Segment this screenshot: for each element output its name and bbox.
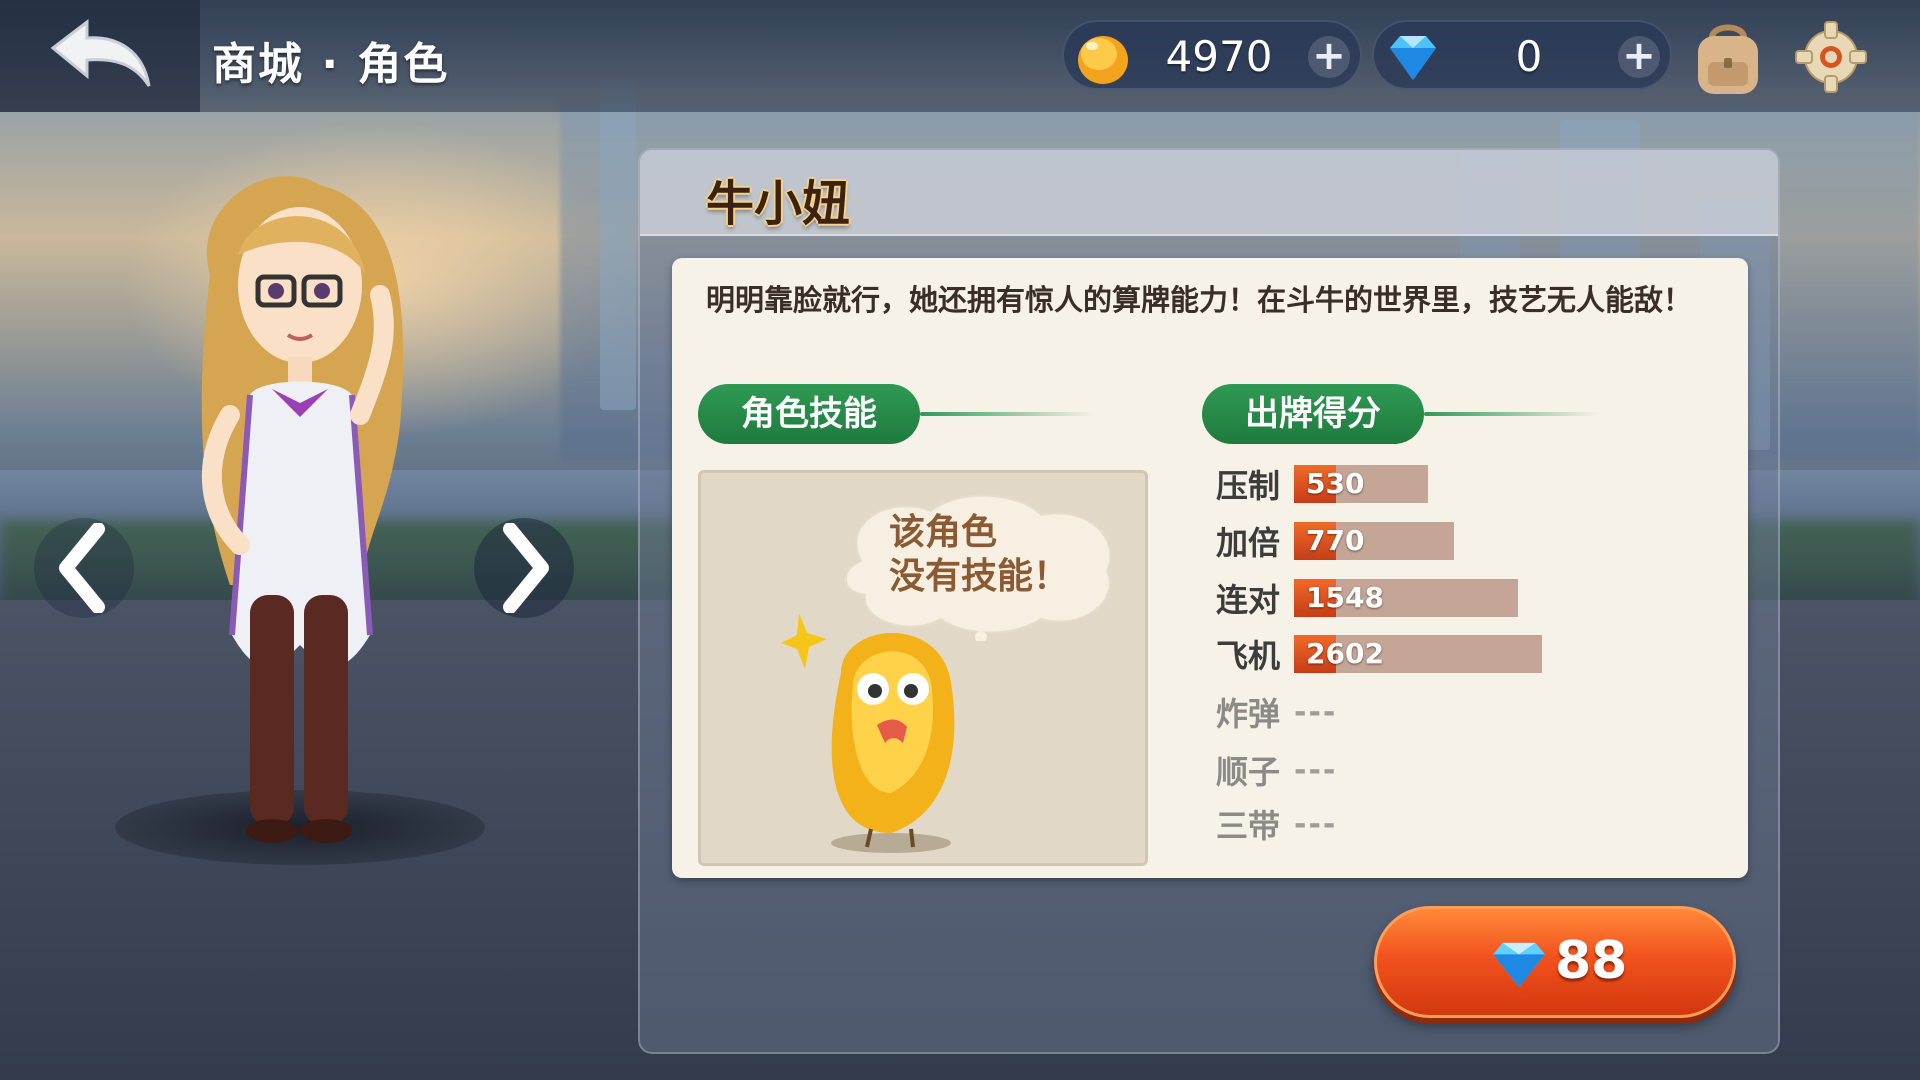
chevron-left-icon bbox=[59, 523, 105, 613]
character-detail-card: 明明靠脸就行，她还拥有惊人的算牌能力！在斗牛的世界里，技艺无人能敌！ 角色技能 … bbox=[672, 258, 1748, 878]
tab-play-score: 出牌得分 bbox=[1202, 384, 1424, 444]
score-value: --- bbox=[1294, 752, 1338, 788]
backpack-button[interactable] bbox=[1690, 18, 1766, 98]
skill-divider bbox=[920, 412, 1095, 416]
skill-box: 该角色 没有技能！ bbox=[698, 470, 1148, 866]
gold-currency: 4970 + bbox=[1062, 20, 1362, 90]
no-skill-message: 该角色 没有技能！ bbox=[889, 511, 1089, 599]
gold-value: 4970 bbox=[1165, 32, 1273, 81]
score-label: 三带 bbox=[1216, 807, 1281, 845]
score-row-suppress: 压制 530 bbox=[1216, 464, 1428, 505]
score-value: 2602 bbox=[1306, 637, 1384, 670]
score-divider bbox=[1424, 412, 1600, 416]
chevron-right-icon bbox=[503, 523, 549, 613]
no-skill-line1: 该角色 bbox=[889, 512, 998, 553]
add-diamond-button[interactable]: + bbox=[1618, 36, 1660, 78]
character-name: 牛小妞 bbox=[706, 176, 851, 232]
previous-character-button[interactable] bbox=[34, 518, 134, 618]
gear-icon bbox=[1795, 21, 1867, 93]
diamond-icon bbox=[1390, 36, 1436, 80]
backpack-icon bbox=[1698, 24, 1758, 94]
score-value: 530 bbox=[1306, 467, 1365, 500]
add-gold-button[interactable]: + bbox=[1308, 36, 1350, 78]
score-row-triple: 三带 --- bbox=[1216, 804, 1338, 846]
character-description: 明明靠脸就行，她还拥有惊人的算牌能力！在斗牛的世界里，技艺无人能敌！ bbox=[706, 283, 1693, 317]
diamond-icon bbox=[1493, 942, 1545, 988]
score-label: 炸弹 bbox=[1216, 695, 1281, 733]
score-row-double: 加倍 770 bbox=[1216, 521, 1454, 562]
top-bar: 商城 · 角色 4970 + 0 + bbox=[0, 0, 1920, 112]
back-arrow-icon bbox=[50, 18, 151, 87]
diamond-currency: 0 + bbox=[1372, 20, 1672, 90]
score-value: --- bbox=[1294, 694, 1338, 730]
character-portrait bbox=[201, 176, 404, 843]
score-bar: 770 bbox=[1294, 522, 1454, 560]
gold-bean-icon bbox=[1078, 36, 1128, 84]
score-bar: 2602 bbox=[1294, 635, 1542, 673]
diamond-value: 0 bbox=[1515, 32, 1543, 81]
page-title: 商城 · 角色 bbox=[212, 39, 450, 90]
tab-character-skill: 角色技能 bbox=[698, 384, 920, 444]
next-character-button[interactable] bbox=[474, 518, 574, 618]
score-label: 压制 bbox=[1216, 467, 1281, 505]
score-value: 770 bbox=[1306, 524, 1365, 557]
score-row-bomb: 炸弹 --- bbox=[1216, 692, 1338, 734]
score-row-airplane: 飞机 2602 bbox=[1216, 634, 1542, 675]
score-label: 顺子 bbox=[1216, 753, 1281, 791]
panel-header: 牛小妞 bbox=[640, 150, 1778, 236]
settings-button[interactable] bbox=[1792, 18, 1870, 96]
buy-character-button[interactable]: 88 bbox=[1374, 906, 1736, 1018]
score-label: 加倍 bbox=[1216, 524, 1281, 562]
back-button[interactable] bbox=[0, 0, 200, 112]
score-bar: 530 bbox=[1294, 465, 1428, 503]
score-label: 连对 bbox=[1216, 581, 1281, 619]
score-row-straight: 顺子 --- bbox=[1216, 750, 1338, 792]
score-row-pairs: 连对 1548 bbox=[1216, 578, 1518, 619]
score-value: 1548 bbox=[1306, 581, 1384, 614]
price-label: 88 bbox=[1555, 931, 1628, 991]
score-bar: 1548 bbox=[1294, 579, 1518, 617]
score-label: 飞机 bbox=[1216, 637, 1281, 675]
score-value: --- bbox=[1294, 806, 1338, 842]
bean-mascot-icon bbox=[781, 613, 955, 853]
